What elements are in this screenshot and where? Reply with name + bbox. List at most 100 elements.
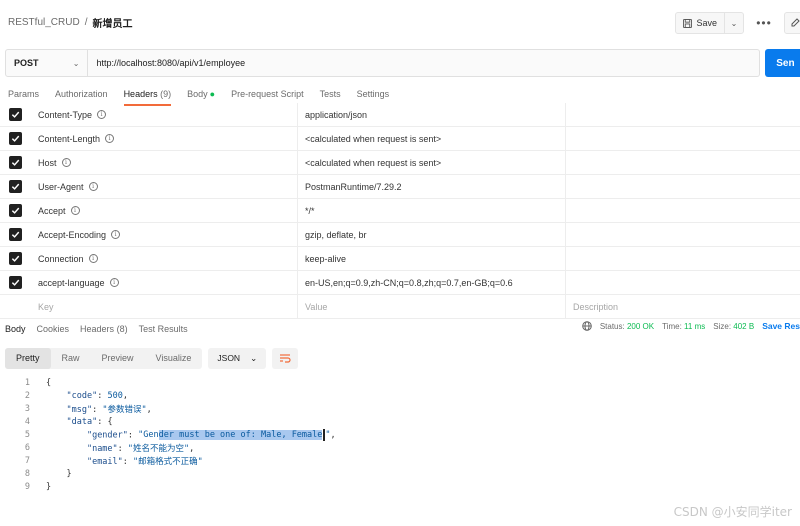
wrap-lines-icon[interactable]: [272, 347, 299, 369]
request-url-bar: POST ⌄ http://localhost:8080/api/v1/empl…: [5, 49, 800, 77]
header-value: application/json: [305, 109, 368, 120]
send-button[interactable]: Sen: [765, 49, 800, 77]
header-value-cell[interactable]: gzip, deflate, br: [298, 223, 566, 246]
header-checkbox-cell: [0, 204, 30, 217]
request-tabs: Params Authorization Headers (9) Body ● P…: [8, 84, 405, 106]
header-enabled-checkbox[interactable]: [8, 252, 22, 265]
header-description-cell[interactable]: [566, 127, 800, 150]
tab-headers[interactable]: Headers (9): [123, 84, 171, 106]
header-key-cell[interactable]: Accept i: [30, 199, 298, 222]
code-text: "name": "姓名不能为空",: [86, 443, 195, 454]
checkmark-icon: [11, 135, 19, 142]
header-value-cell[interactable]: en-US,en;q=0.9,zh-CN;q=0.8,zh;q=0.7,en-G…: [298, 271, 566, 294]
header-value-cell[interactable]: <calculated when request is sent>: [298, 127, 566, 150]
breadcrumb-separator: /: [84, 16, 88, 28]
format-pretty[interactable]: Pretty: [5, 347, 51, 369]
header-value-cell[interactable]: <calculated when request is sent>: [298, 151, 566, 174]
tab-params[interactable]: Params: [8, 84, 39, 104]
header-key-cell[interactable]: Host i: [30, 151, 298, 174]
response-tab-body[interactable]: Body: [5, 324, 26, 334]
more-options-button[interactable]: •••: [750, 16, 778, 30]
header-key-cell[interactable]: Connection i: [30, 247, 298, 270]
info-icon[interactable]: i: [109, 278, 119, 287]
breadcrumb-collection[interactable]: RESTful_CRUD: [8, 17, 80, 28]
breadcrumb-request-name[interactable]: 新增员工: [92, 15, 132, 30]
breadcrumb: RESTful_CRUD / 新增员工: [8, 15, 132, 30]
url-input[interactable]: http://localhost:8080/api/v1/employee: [88, 49, 761, 77]
header-description-cell[interactable]: [566, 175, 800, 198]
size-value: 402 B: [733, 321, 755, 331]
new-header-key-input[interactable]: Key: [30, 295, 298, 318]
header-key: User-Agent: [38, 181, 84, 192]
new-header-description-input[interactable]: Description: [566, 295, 800, 318]
info-icon[interactable]: i: [70, 206, 80, 215]
time-info[interactable]: Time: 11 ms: [662, 322, 705, 331]
header-key-cell[interactable]: User-Agent i: [30, 175, 298, 198]
header-description-cell[interactable]: [566, 223, 800, 246]
header-value: <calculated when request is sent>: [305, 133, 442, 144]
tab-body[interactable]: Body ●: [187, 84, 215, 104]
header-key: Accept: [38, 205, 66, 216]
checkmark-icon: [11, 231, 19, 238]
status-info[interactable]: Status: 200 OK: [600, 322, 654, 331]
response-body-code[interactable]: 1{2 "code": 500, 3 "msg": "参数错误", 4 "data"…: [0, 376, 800, 493]
info-icon[interactable]: i: [88, 254, 98, 263]
header-enabled-checkbox[interactable]: [8, 228, 22, 241]
header-description-cell[interactable]: [566, 151, 800, 174]
response-tab-cookies[interactable]: Cookies: [37, 324, 70, 334]
header-row: Accept i */*: [0, 199, 800, 223]
header-description-cell[interactable]: [566, 271, 800, 294]
code-line: 1{: [0, 376, 800, 389]
tab-tests[interactable]: Tests: [320, 84, 341, 104]
code-line: 8 }: [0, 467, 800, 480]
size-label: Size:: [713, 321, 732, 331]
save-response-button[interactable]: Save Res: [762, 321, 800, 331]
save-button[interactable]: Save: [676, 13, 725, 33]
response-tab-test-results[interactable]: Test Results: [139, 324, 188, 334]
edit-icon[interactable]: [784, 12, 800, 34]
header-key: Accept-Encoding: [38, 229, 107, 240]
format-preview[interactable]: Preview: [91, 348, 145, 369]
format-raw[interactable]: Raw: [51, 348, 91, 369]
tab-authorization[interactable]: Authorization: [55, 84, 108, 104]
header-value-cell[interactable]: */*: [298, 199, 566, 222]
header-key-cell[interactable]: Content-Length i: [30, 127, 298, 150]
size-info[interactable]: Size: 402 B: [713, 322, 754, 331]
top-bar: RESTful_CRUD / 新增员工 Save ⌄ •••: [0, 0, 800, 44]
header-key-cell[interactable]: accept-language i: [30, 271, 298, 294]
header-value: */*: [305, 205, 315, 216]
response-tab-headers[interactable]: Headers (8): [80, 324, 128, 334]
header-enabled-checkbox[interactable]: [8, 180, 22, 193]
header-enabled-checkbox[interactable]: [8, 156, 22, 169]
header-value-cell[interactable]: application/json: [298, 103, 566, 126]
header-enabled-checkbox[interactable]: [8, 276, 22, 289]
info-icon[interactable]: i: [88, 182, 98, 191]
info-icon[interactable]: i: [61, 158, 71, 167]
header-enabled-checkbox[interactable]: [8, 108, 22, 121]
checkmark-icon: [11, 279, 19, 286]
info-icon[interactable]: i: [105, 134, 115, 143]
tab-pre-request-script[interactable]: Pre-request Script: [231, 84, 304, 104]
header-enabled-checkbox[interactable]: [8, 132, 22, 145]
header-enabled-checkbox[interactable]: [8, 204, 22, 217]
header-description-cell[interactable]: [566, 199, 800, 222]
header-key-cell[interactable]: Accept-Encoding i: [30, 223, 298, 246]
tab-authorization-label: Authorization: [55, 89, 108, 99]
code-line: 2 "code": 500,: [0, 389, 800, 402]
header-description-cell[interactable]: [566, 247, 800, 270]
tab-settings[interactable]: Settings: [357, 84, 390, 104]
header-key-cell[interactable]: Content-Type i: [30, 103, 298, 126]
new-header-value-input[interactable]: Value: [298, 295, 566, 318]
header-value-cell[interactable]: keep-alive: [298, 247, 566, 270]
globe-icon[interactable]: [582, 321, 592, 331]
info-icon[interactable]: i: [97, 110, 107, 119]
response-format-group: Pretty Raw Preview Visualize: [5, 347, 203, 369]
info-icon[interactable]: i: [111, 230, 121, 239]
line-number: 5: [24, 429, 30, 440]
language-select[interactable]: JSON ⌄: [208, 347, 267, 369]
format-visualize[interactable]: Visualize: [145, 348, 203, 369]
save-dropdown-chevron-icon[interactable]: ⌄: [725, 19, 743, 28]
method-select[interactable]: POST ⌄: [5, 49, 89, 77]
header-description-cell[interactable]: [566, 103, 800, 126]
header-value-cell[interactable]: PostmanRuntime/7.29.2: [298, 175, 566, 198]
